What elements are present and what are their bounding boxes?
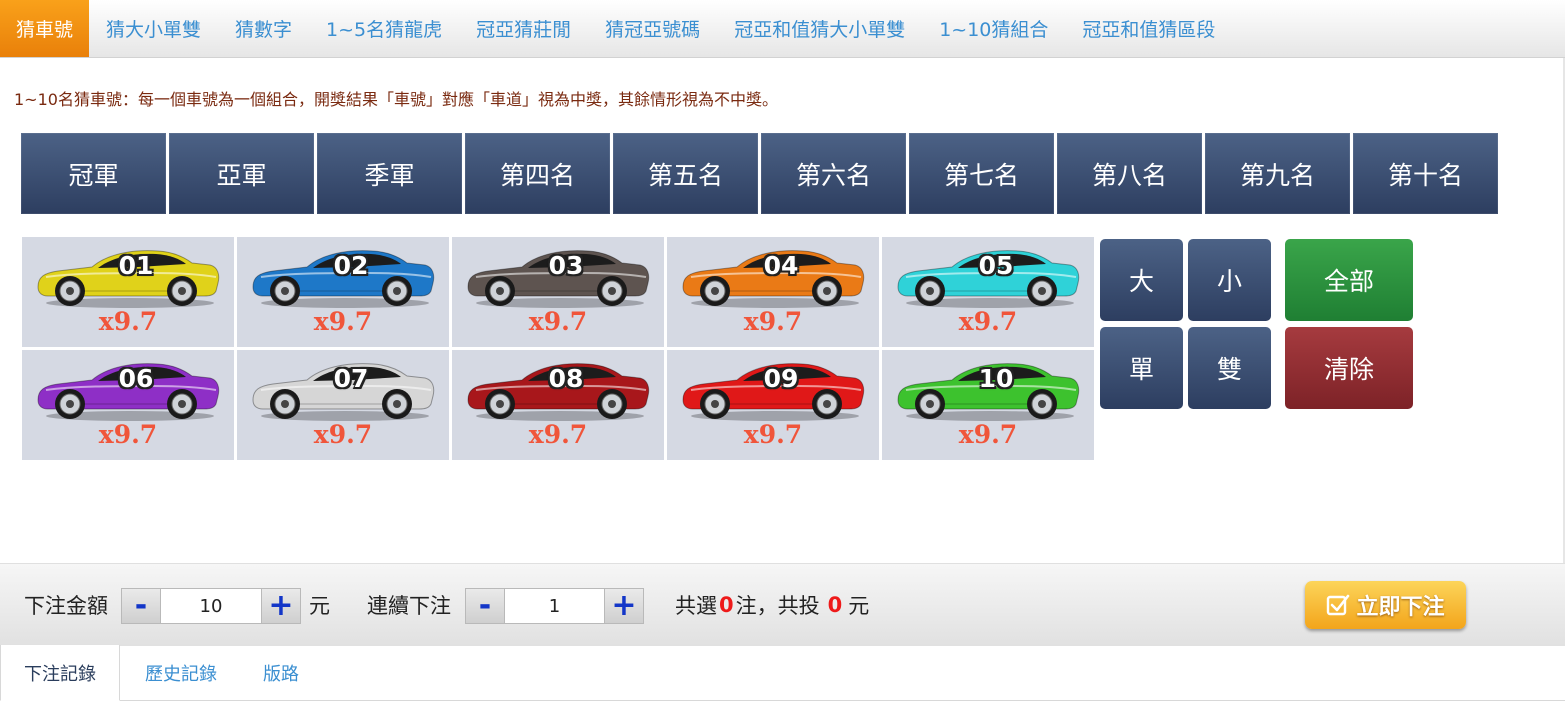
car-odds: x9.7 [313,307,373,336]
car-number: 08 [548,364,584,393]
rank-tab-4[interactable]: 第四名 [465,133,610,214]
car-option-08[interactable]: 08 x9.7 [452,350,664,460]
rank-tab-1[interactable]: 冠軍 [21,133,166,214]
continuous-bet-stepper: - + [465,588,644,624]
bet-amount-input[interactable] [160,589,262,623]
car-option-04[interactable]: 04 x9.7 [667,237,879,347]
continuous-plus-button[interactable]: + [605,589,643,623]
select-all-button[interactable]: 全部 [1285,239,1413,321]
bet-bar: 下注金額 - + 元 連續下注 - + 共選 0 注，共投 0 元 立即下注 [0,563,1565,646]
selected-count: 0 [719,593,734,617]
tab-bet-records[interactable]: 下注記錄 [0,645,120,701]
car-number: 03 [548,251,584,280]
continuous-bet-label: 連續下注 [367,594,451,618]
tab-4[interactable]: 1~5名猜龍虎 [309,0,459,57]
total-amount: 0 [827,593,843,617]
checkbox-icon [1326,593,1350,617]
clear-button[interactable]: 清除 [1285,327,1413,409]
tab-5[interactable]: 冠亞猜莊閒 [459,0,588,57]
car-odds: x9.7 [528,420,588,449]
rule-description: 1~10名猜車號：每一個車號為一個組合，開獎結果「車號」對應「車道」視為中獎，其… [14,90,778,109]
rank-tab-2[interactable]: 亞軍 [169,133,314,214]
summary-suffix: 元 [848,594,870,618]
bet-amount-stepper: - + [121,588,301,624]
bet-unit-label: 元 [309,594,330,618]
rank-tab-3[interactable]: 季軍 [317,133,462,214]
tab-7[interactable]: 冠亞和值猜大小單雙 [717,0,922,57]
rank-tab-9[interactable]: 第九名 [1205,133,1350,214]
car-number: 10 [978,364,1014,393]
car-odds: x9.7 [743,307,803,336]
bet-amount-minus-button[interactable]: - [122,589,160,623]
top-nav: 猜車號 猜大小單雙 猜數字 1~5名猜龍虎 冠亞猜莊閒 猜冠亞號碼 冠亞和值猜大小單雙 1~1… [0,0,1565,58]
summary-mid: 注，共投 [735,594,820,618]
car-option-03[interactable]: 03 x9.7 [452,237,664,347]
rank-tab-8[interactable]: 第八名 [1057,133,1202,214]
bet-now-button[interactable]: 立即下注 [1305,581,1466,629]
car-odds: x9.7 [313,420,373,449]
car-odds: x9.7 [958,307,1018,336]
odd-button[interactable]: 單 [1100,327,1183,409]
car-number: 01 [118,251,154,280]
record-tabs: 下注記錄 歷史記錄 版路 [0,645,1565,701]
tab-1[interactable]: 猜車號 [0,0,90,57]
tab-3[interactable]: 猜數字 [218,0,309,57]
tab-9[interactable]: 冠亞和值猜區段 [1065,0,1232,57]
car-odds: x9.7 [958,420,1018,449]
car-option-05[interactable]: 05 x9.7 [882,237,1094,347]
car-option-09[interactable]: 09 x9.7 [667,350,879,460]
tab-6[interactable]: 猜冠亞號碼 [588,0,717,57]
car-number: 09 [763,364,799,393]
rank-tab-10[interactable]: 第十名 [1353,133,1498,214]
car-number: 02 [333,251,369,280]
car-odds: x9.7 [743,420,803,449]
even-button[interactable]: 雙 [1188,327,1271,409]
car-number: 04 [763,251,799,280]
bet-amount-plus-button[interactable]: + [262,589,300,623]
car-option-02[interactable]: 02 x9.7 [237,237,449,347]
car-number: 07 [333,364,369,393]
car-odds: x9.7 [528,307,588,336]
car-option-07[interactable]: 07 x9.7 [237,350,449,460]
car-number: 05 [978,251,1014,280]
car-number: 06 [118,364,154,393]
tab-2[interactable]: 猜大小單雙 [89,0,218,57]
rank-tabs: 冠軍 亞軍 季軍 第四名 第五名 第六名 第七名 第八名 第九名 第十名 [21,133,1498,214]
car-option-06[interactable]: 06 x9.7 [22,350,234,460]
tab-trend[interactable]: 版路 [263,645,299,701]
bet-amount-label: 下注金額 [24,594,108,618]
tab-history[interactable]: 歷史記錄 [145,645,217,701]
car-grid: 01 x9.7 02 x9.7 03 x9.7 04 x9.7 05 x9.7 06 x9.… [22,237,1094,460]
bet-summary: 共選 0 注，共投 0 元 [675,564,869,646]
small-button[interactable]: 小 [1188,239,1271,321]
rank-tab-5[interactable]: 第五名 [613,133,758,214]
car-odds: x9.7 [98,420,158,449]
car-odds: x9.7 [98,307,158,336]
continuous-minus-button[interactable]: - [466,589,504,623]
summary-prefix: 共選 [675,594,717,618]
continuous-bet-input[interactable] [504,589,605,623]
bet-now-label: 立即下注 [1356,595,1445,620]
car-option-01[interactable]: 01 x9.7 [22,237,234,347]
big-button[interactable]: 大 [1100,239,1183,321]
rank-tab-6[interactable]: 第六名 [761,133,906,214]
car-option-10[interactable]: 10 x9.7 [882,350,1094,460]
tab-8[interactable]: 1~10猜組合 [922,0,1065,57]
rank-tab-7[interactable]: 第七名 [909,133,1054,214]
